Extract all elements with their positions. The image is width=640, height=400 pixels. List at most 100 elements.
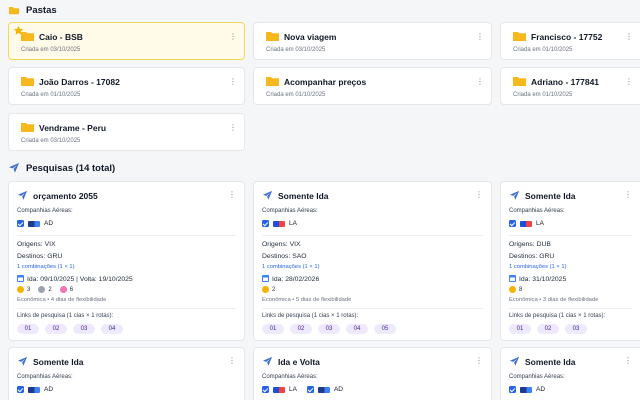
- airline-checkbox-ad[interactable]: AD: [17, 386, 53, 393]
- checkbox-checked-icon[interactable]: [17, 386, 24, 393]
- search-title: Somente Ida: [278, 190, 329, 201]
- checkbox-checked-icon[interactable]: [262, 220, 269, 227]
- divider: [17, 308, 236, 309]
- search-link-pill[interactable]: 04: [101, 324, 123, 334]
- airplane-icon: [262, 356, 273, 366]
- folder-icon: [9, 7, 19, 15]
- more-options-icon[interactable]: ⋮: [475, 190, 483, 199]
- more-options-icon[interactable]: ⋮: [229, 123, 237, 132]
- folder-card-nova-viagem[interactable]: Nova viagem Criada em 03/10/2025 ⋮: [253, 22, 492, 60]
- medal-icon: [38, 286, 46, 293]
- more-options-icon[interactable]: ⋮: [228, 190, 236, 199]
- airplane-icon: [509, 190, 520, 200]
- folder-name: Francisco - 17752: [531, 32, 603, 42]
- folder-icon: [21, 32, 34, 41]
- search-link-pill[interactable]: 02: [45, 324, 67, 334]
- folder-card-vendrame-peru[interactable]: Vendrame - Peru Criada em 03/10/2025 ⋮: [8, 113, 245, 151]
- checkbox-checked-icon[interactable]: [509, 220, 516, 227]
- search-link-pill[interactable]: 02: [290, 324, 312, 334]
- airline-checkbox-la[interactable]: LA: [262, 220, 297, 227]
- search-link-pill[interactable]: 05: [374, 324, 396, 334]
- folder-icon: [513, 77, 526, 86]
- search-link-pill[interactable]: 03: [565, 324, 587, 334]
- search-link-pill[interactable]: 01: [509, 324, 531, 334]
- more-options-icon[interactable]: ⋮: [476, 77, 484, 86]
- search-card-somente-ida-2[interactable]: Somente Ida ⋮ Companhias Aéreas: AD: [8, 347, 245, 400]
- search-title: orçamento 2055: [33, 190, 98, 201]
- search-card-orcamento[interactable]: orçamento 2055 ⋮ Companhias Aéreas: AD O…: [8, 181, 245, 341]
- latam-logo-icon: [273, 386, 285, 393]
- azul-logo-icon: [28, 386, 40, 393]
- search-title: Somente Ida: [33, 356, 84, 367]
- search-card-somente-ida-3[interactable]: Somente Ida ⋮ Companhias Aéreas: AD: [500, 347, 640, 400]
- search-card-somente-ida[interactable]: Somente Ida ⋮ Companhias Aéreas: LA Orig…: [253, 181, 492, 341]
- folder-date: Criada em 03/10/2025: [21, 47, 81, 53]
- more-options-icon[interactable]: ⋮: [229, 32, 237, 41]
- divider: [509, 308, 632, 309]
- folder-date: Criada em 03/10/2025: [21, 138, 81, 144]
- badge-count: 6: [59, 286, 73, 293]
- more-options-icon[interactable]: ⋮: [625, 77, 633, 86]
- search-link-pill[interactable]: 01: [17, 324, 39, 334]
- search-card-header: Somente Ida: [509, 190, 576, 201]
- checkbox-checked-icon[interactable]: [17, 220, 24, 227]
- airline-checkbox-ad[interactable]: AD: [17, 220, 53, 227]
- search-card-somente-ida-dub[interactable]: Somente Ida ⋮ Companhias Aéreas: LA Orig…: [500, 181, 640, 341]
- folder-date: Criada em 01/10/2025: [513, 47, 573, 53]
- combinations-link[interactable]: 1 combinações (1 × 1): [17, 264, 75, 270]
- airline-checkbox-ad[interactable]: AD: [306, 386, 343, 393]
- calendar-icon: [262, 275, 269, 282]
- airlines-label: Companhias Aéreas:: [262, 208, 318, 214]
- divider: [509, 235, 632, 236]
- airlines-label: Companhias Aéreas:: [262, 374, 318, 380]
- azul-logo-icon: [28, 220, 40, 227]
- airline-checkbox-la[interactable]: LA: [509, 220, 544, 227]
- checkbox-checked-icon[interactable]: [262, 386, 269, 393]
- more-options-icon[interactable]: ⋮: [624, 356, 632, 365]
- folder-card-adriano[interactable]: Adriano - 177841 Criada em 01/10/2025 ⋮: [500, 67, 640, 105]
- more-options-icon[interactable]: ⋮: [475, 356, 483, 365]
- airplane-icon: [9, 163, 19, 173]
- combinations-link[interactable]: 1 combinações (1 × 1): [509, 264, 567, 270]
- folder-date: Criada em 03/10/2025: [266, 47, 326, 53]
- search-link-pill[interactable]: 02: [537, 324, 559, 334]
- links-label: Links de pesquisa (1 cias × 1 rotas):: [262, 313, 359, 319]
- origins-text: Origens: VIX: [17, 241, 56, 248]
- folder-name: Acompanhar preços: [284, 77, 367, 87]
- folder-card-acompanhar-precos[interactable]: Acompanhar preços Criada em 01/10/2025 ⋮: [253, 67, 492, 105]
- calendar-icon: [509, 275, 516, 282]
- searches-section-label: Pesquisas (14 total): [26, 162, 116, 174]
- search-link-pill[interactable]: 04: [346, 324, 368, 334]
- badge-count: 2: [38, 286, 52, 293]
- more-options-icon[interactable]: ⋮: [228, 356, 236, 365]
- folder-card-joao-darros[interactable]: João Darros - 17082 Criada em 01/10/2025…: [8, 67, 245, 105]
- search-link-pill[interactable]: 01: [262, 324, 284, 334]
- folder-card-caio-bsb[interactable]: Caio - BSB Criada em 03/10/2025 ⋮: [8, 22, 245, 60]
- folder-name: Caio - BSB: [39, 32, 83, 42]
- more-options-icon[interactable]: ⋮: [625, 32, 633, 41]
- folder-date: Criada em 01/10/2025: [21, 92, 81, 98]
- folder-icon: [266, 32, 279, 41]
- checkbox-checked-icon[interactable]: [509, 386, 516, 393]
- search-link-pill[interactable]: 03: [73, 324, 95, 334]
- search-card-header: Somente Ida: [17, 356, 84, 367]
- folder-card-francisco[interactable]: Francisco - 17752 Criada em 01/10/2025 ⋮: [500, 22, 640, 60]
- badge-count: 2: [262, 286, 275, 293]
- more-options-icon[interactable]: ⋮: [624, 190, 632, 199]
- combinations-link[interactable]: 1 combinações (1 × 1): [262, 264, 320, 270]
- search-link-pill[interactable]: 03: [318, 324, 340, 334]
- airlines-label: Companhias Aéreas:: [509, 208, 565, 214]
- destinations-text: Destinos: SAO: [262, 253, 307, 260]
- airplane-icon: [262, 190, 273, 200]
- airline-checkbox-la[interactable]: LA: [262, 386, 297, 393]
- dates-text: Ida: 09/10/2025 | Volta: 19/10/2025: [17, 275, 133, 283]
- checkbox-checked-icon[interactable]: [306, 386, 314, 393]
- search-card-header: orçamento 2055: [17, 190, 98, 201]
- azul-logo-icon: [520, 386, 532, 393]
- folder-name: João Darros - 17082: [39, 77, 120, 87]
- more-options-icon[interactable]: ⋮: [229, 77, 237, 86]
- search-card-ida-e-volta[interactable]: Ida e Volta ⋮ Companhias Aéreas: LA AD: [253, 347, 492, 400]
- more-options-icon[interactable]: ⋮: [476, 32, 484, 41]
- folder-name: Adriano - 177841: [531, 77, 600, 87]
- airline-checkbox-ad[interactable]: AD: [509, 386, 545, 393]
